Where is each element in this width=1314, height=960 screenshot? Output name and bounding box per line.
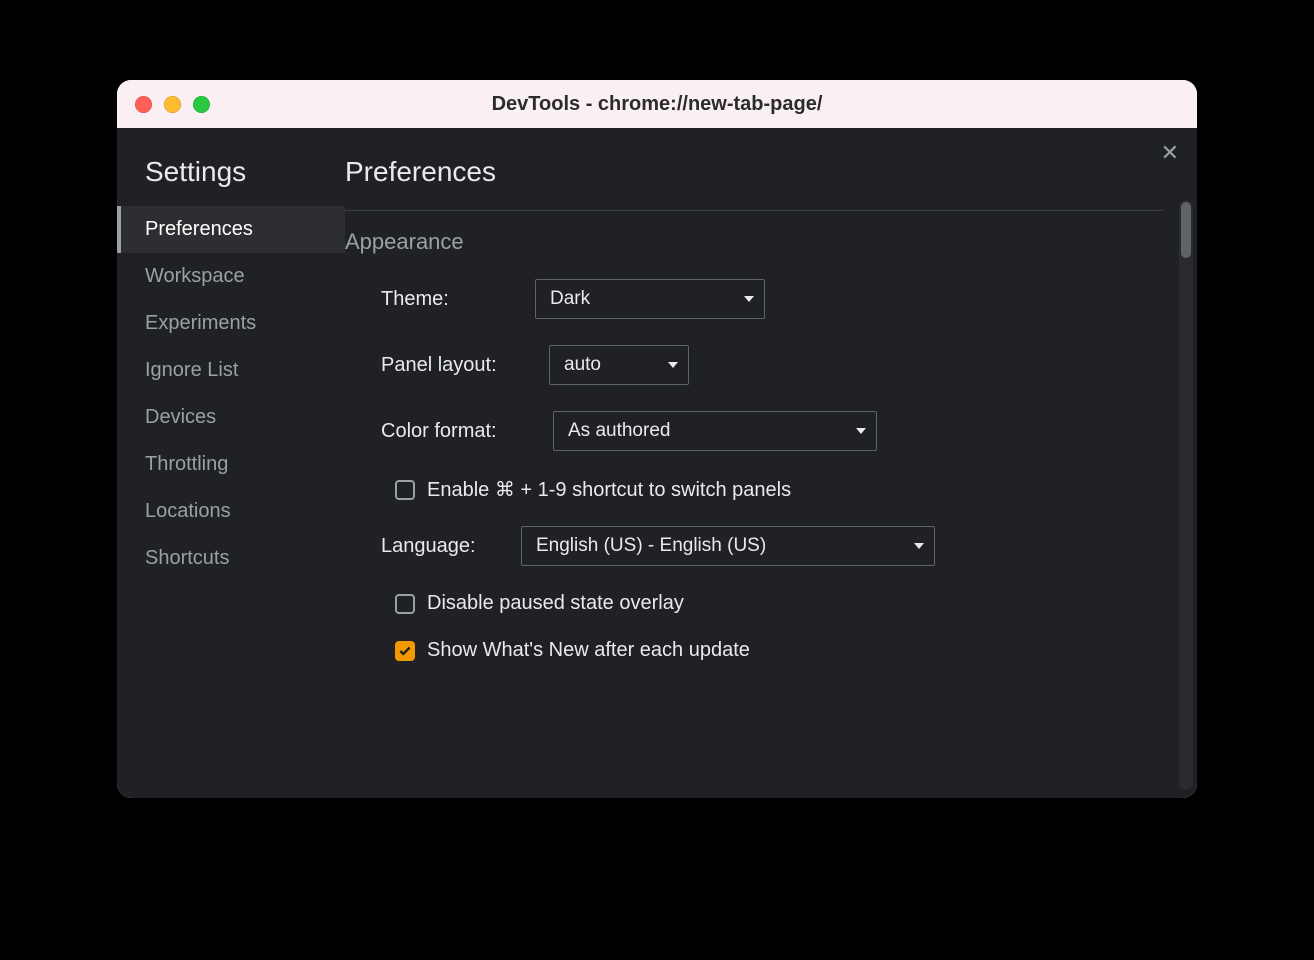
- panel-layout-label: Panel layout:: [381, 354, 549, 377]
- panel-layout-value: auto: [564, 354, 601, 376]
- shortcut-checkbox[interactable]: [395, 480, 415, 500]
- sidebar-item-devices[interactable]: Devices: [117, 394, 345, 441]
- theme-label: Theme:: [381, 288, 535, 311]
- show-whats-new-label: Show What's New after each update: [427, 639, 750, 662]
- section-heading-appearance: Appearance: [345, 229, 1193, 255]
- language-value: English (US) - English (US): [536, 535, 766, 557]
- shortcut-checkbox-label: Enable ⌘ + 1-9 shortcut to switch panels: [427, 477, 791, 502]
- devtools-window: DevTools - chrome://new-tab-page/ ✕ Sett…: [117, 80, 1197, 798]
- sidebar-item-label: Shortcuts: [145, 547, 229, 569]
- page-title: Preferences: [345, 156, 1193, 188]
- color-format-label: Color format:: [381, 420, 553, 443]
- chevron-down-icon: [668, 362, 678, 368]
- window-minimize-button[interactable]: [164, 96, 181, 113]
- titlebar: DevTools - chrome://new-tab-page/: [117, 80, 1197, 128]
- sidebar-item-ignore-list[interactable]: Ignore List: [117, 347, 345, 394]
- sidebar-item-label: Ignore List: [145, 359, 238, 381]
- chevron-down-icon: [856, 428, 866, 434]
- sidebar-item-label: Preferences: [145, 218, 253, 240]
- sidebar-item-label: Workspace: [145, 265, 245, 287]
- panel-layout-row: Panel layout: auto: [381, 345, 1193, 385]
- chevron-down-icon: [914, 543, 924, 549]
- color-format-value: As authored: [568, 420, 670, 442]
- window-close-button[interactable]: [135, 96, 152, 113]
- disable-overlay-label: Disable paused state overlay: [427, 592, 684, 615]
- sidebar-item-throttling[interactable]: Throttling: [117, 441, 345, 488]
- show-whats-new-checkbox[interactable]: [395, 641, 415, 661]
- theme-value: Dark: [550, 288, 590, 310]
- language-select[interactable]: English (US) - English (US): [521, 526, 935, 566]
- check-icon: [398, 644, 412, 658]
- sidebar-item-workspace[interactable]: Workspace: [117, 253, 345, 300]
- theme-row: Theme: Dark: [381, 279, 1193, 319]
- chevron-down-icon: [744, 296, 754, 302]
- disable-overlay-checkbox[interactable]: [395, 594, 415, 614]
- color-format-row: Color format: As authored: [381, 411, 1193, 451]
- settings-content: Preferences Appearance Theme: Dark Panel…: [345, 128, 1197, 798]
- sidebar-item-label: Throttling: [145, 453, 228, 475]
- sidebar-item-label: Devices: [145, 406, 216, 428]
- color-format-select[interactable]: As authored: [553, 411, 877, 451]
- sidebar-item-locations[interactable]: Locations: [117, 488, 345, 535]
- sidebar-heading: Settings: [117, 156, 345, 188]
- shortcut-checkbox-row[interactable]: Enable ⌘ + 1-9 shortcut to switch panels: [395, 477, 1193, 502]
- window-zoom-button[interactable]: [193, 96, 210, 113]
- window-title: DevTools - chrome://new-tab-page/: [117, 93, 1197, 116]
- theme-select[interactable]: Dark: [535, 279, 765, 319]
- divider: [345, 210, 1163, 211]
- scrollbar[interactable]: [1179, 200, 1193, 790]
- language-row: Language: English (US) - English (US): [381, 526, 1193, 566]
- traffic-lights: [135, 96, 210, 113]
- scrollbar-thumb[interactable]: [1181, 202, 1191, 258]
- disable-overlay-row[interactable]: Disable paused state overlay: [395, 592, 1193, 615]
- sidebar-item-shortcuts[interactable]: Shortcuts: [117, 535, 345, 582]
- panel-layout-select[interactable]: auto: [549, 345, 689, 385]
- show-whats-new-row[interactable]: Show What's New after each update: [395, 639, 1193, 662]
- sidebar-item-experiments[interactable]: Experiments: [117, 300, 345, 347]
- sidebar-item-preferences[interactable]: Preferences: [117, 206, 345, 253]
- language-label: Language:: [381, 535, 521, 558]
- sidebar-item-label: Locations: [145, 500, 231, 522]
- settings-sidebar: Settings Preferences Workspace Experimen…: [117, 128, 345, 798]
- settings-panel: ✕ Settings Preferences Workspace Experim…: [117, 128, 1197, 798]
- sidebar-item-label: Experiments: [145, 312, 256, 334]
